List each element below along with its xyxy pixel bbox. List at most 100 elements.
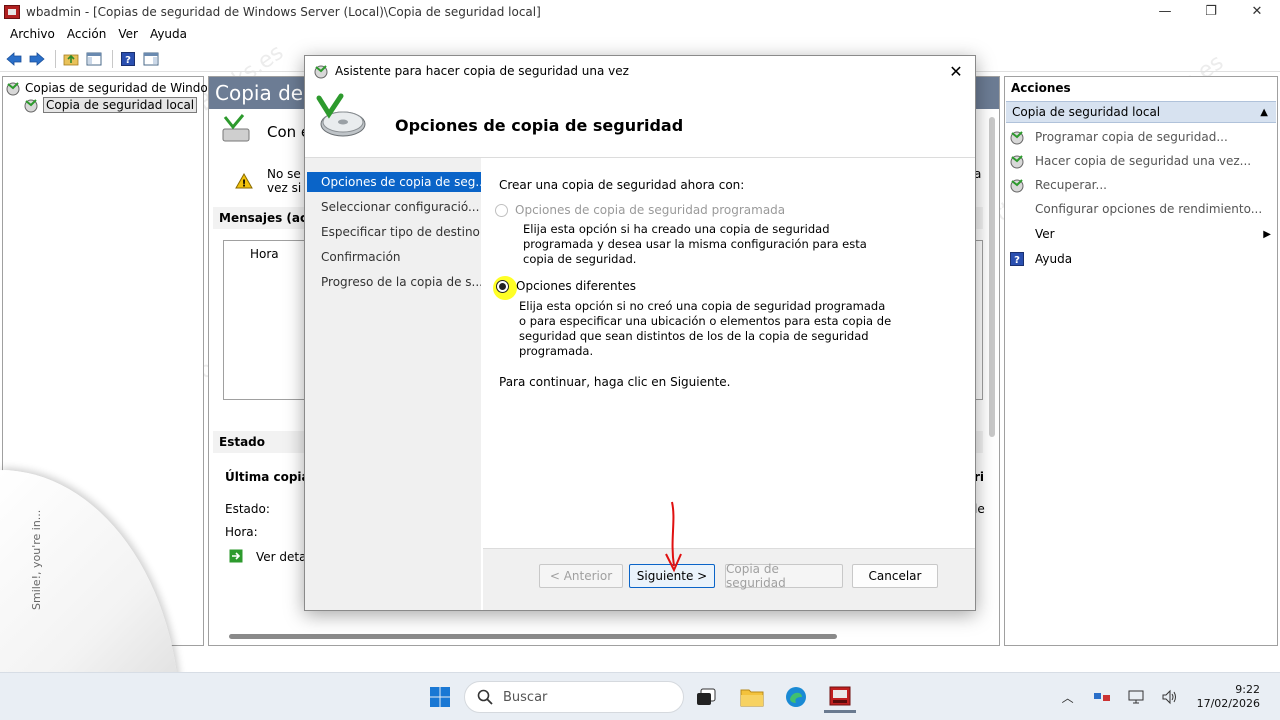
close-window-button[interactable]: ✕ xyxy=(1234,0,1280,23)
desc-line: Elija esta opción si no creó una copia d… xyxy=(519,299,886,313)
dialog-title: Asistente para hacer copia de seguridad … xyxy=(335,64,629,78)
wizard-icon xyxy=(314,65,328,79)
step-especificar-destino[interactable]: Especificar tipo de destino xyxy=(307,222,481,242)
wbadmin-app-icon xyxy=(4,4,20,19)
radio-button[interactable] xyxy=(495,203,508,217)
backup-button[interactable]: Copia de seguridad xyxy=(725,562,843,590)
menu-accion[interactable]: Acción xyxy=(61,27,112,41)
submenu-arrow-icon: ▶ xyxy=(1263,228,1271,240)
folder-icon xyxy=(740,689,764,707)
action-hacer-copia[interactable]: Hacer copia de seguridad una vez... xyxy=(1009,151,1275,171)
column-header-hora[interactable]: Hora xyxy=(250,247,279,261)
dialog-close-button[interactable]: ✕ xyxy=(943,59,969,83)
blank-icon-slot xyxy=(1009,226,1025,242)
backup-once-wizard-dialog: Asistente para hacer copia de seguridad … xyxy=(304,55,976,611)
up-folder-icon[interactable] xyxy=(61,49,81,69)
radio-scheduled-options[interactable]: Opciones de copia de seguridad programad… xyxy=(495,203,785,217)
cancel-button[interactable]: Cancelar xyxy=(852,564,938,588)
action-ver[interactable]: Ver ▶ xyxy=(1009,224,1275,244)
task-view-icon xyxy=(697,688,716,705)
toolbar-separator xyxy=(112,49,113,68)
actions-pane: Acciones Copia de seguridad local ▲ Prog… xyxy=(1004,76,1278,646)
action-ayuda[interactable]: ? Ayuda xyxy=(1009,249,1275,269)
action-configurar[interactable]: Configurar opciones de rendimiento... xyxy=(1009,199,1275,219)
svg-text:!: ! xyxy=(242,179,247,190)
show-action-pane-icon[interactable] xyxy=(141,49,161,69)
forward-arrow-icon[interactable] xyxy=(27,49,47,69)
task-view-button[interactable] xyxy=(690,681,722,713)
continue-text: Para continuar, haga clic en Siguiente. xyxy=(499,375,731,389)
schedule-backup-icon xyxy=(1009,129,1025,145)
help-icon[interactable]: ? xyxy=(118,49,138,69)
show-hidden-icons-chevron-icon[interactable]: ︿ xyxy=(1057,686,1079,708)
menu-archivo[interactable]: Archivo xyxy=(4,27,61,41)
minimize-button[interactable]: — xyxy=(1142,0,1188,23)
windows-logo-icon xyxy=(430,687,450,707)
action-label: Hacer copia de seguridad una vez... xyxy=(1035,154,1252,168)
action-label: Ver xyxy=(1035,227,1055,241)
back-button[interactable]: < Anterior xyxy=(539,564,623,588)
option2-description: Elija esta opción si no creó una copia d… xyxy=(519,299,891,359)
step-progreso[interactable]: Progreso de la copia de s... xyxy=(307,272,481,292)
desc-line: seguridad que sean distintos de los de l… xyxy=(519,329,869,343)
actions-subheader-label: Copia de seguridad local xyxy=(1012,105,1161,119)
action-label: Recuperar... xyxy=(1035,178,1107,192)
radio-button-checked[interactable] xyxy=(496,279,509,293)
hora-label: Hora: xyxy=(225,525,258,539)
file-explorer-button[interactable] xyxy=(736,681,768,713)
menu-bar: Archivo Acción Ver Ayuda xyxy=(0,24,1280,44)
tree-item-local-backup[interactable]: Copia de seguridad local xyxy=(23,96,198,114)
windows-backup-icon xyxy=(6,82,20,96)
window-titlebar: wbadmin - [Copias de seguridad de Window… xyxy=(0,0,1280,23)
restore-button[interactable]: ❐ xyxy=(1188,0,1234,23)
dialog-header-title: Opciones de copia de seguridad xyxy=(395,116,684,135)
prompt-text: Crear una copia de seguridad ahora con: xyxy=(499,178,745,192)
taskbar-clock[interactable]: 9:22 17/02/2026 xyxy=(1197,683,1260,711)
wizard-footer: < Anterior Siguiente > Copia de segurida… xyxy=(483,548,975,610)
collapse-caret-icon[interactable]: ▲ xyxy=(1260,102,1268,123)
search-placeholder: Buscar xyxy=(503,689,548,705)
wizard-steps-nav: Opciones de copia de seg... Seleccionar … xyxy=(305,158,481,610)
svg-text:?: ? xyxy=(1014,255,1020,266)
step-seleccionar-configuracion[interactable]: Seleccionar configuració... xyxy=(307,197,481,217)
actions-subheader[interactable]: Copia de seguridad local ▲ xyxy=(1006,101,1276,123)
step-confirmacion[interactable]: Confirmación xyxy=(307,247,481,267)
volume-icon[interactable] xyxy=(1159,686,1181,708)
taskbar-search[interactable]: Buscar xyxy=(464,681,684,713)
backup-drive-icon xyxy=(222,114,250,142)
wbadmin-icon xyxy=(829,686,851,705)
local-backup-icon xyxy=(24,99,38,113)
back-arrow-icon[interactable] xyxy=(4,49,24,69)
edge-button[interactable] xyxy=(780,681,812,713)
clock-time: 9:22 xyxy=(1235,683,1260,696)
taskbar: Buscar ︿ 9:22 17/02/2026 xyxy=(0,672,1280,720)
network-icon[interactable] xyxy=(1125,686,1147,708)
step-opciones[interactable]: Opciones de copia de seg... xyxy=(307,172,481,192)
actions-title: Acciones xyxy=(1011,81,1071,95)
desc-line: Elija esta opción si ha creado una copia… xyxy=(523,222,830,236)
show-hide-tree-icon[interactable] xyxy=(84,49,104,69)
window-title: wbadmin - [Copias de seguridad de Window… xyxy=(26,4,541,19)
action-recuperar[interactable]: Recuperar... xyxy=(1009,175,1275,195)
annotation-arrow-icon xyxy=(665,501,682,573)
wizard-content: Crear una copia de seguridad ahora con: … xyxy=(483,158,975,548)
blank-icon-slot xyxy=(1009,201,1025,217)
warning-icon: ! xyxy=(235,173,253,189)
desc-line: o para especificar una ubicación o eleme… xyxy=(519,314,892,328)
radio-different-options[interactable]: Opciones diferentes xyxy=(496,279,636,293)
start-button[interactable] xyxy=(424,681,456,713)
action-programar[interactable]: Programar copia de seguridad... xyxy=(1009,127,1275,147)
wbadmin-taskbar-button[interactable] xyxy=(824,681,856,713)
recover-icon xyxy=(1009,177,1025,193)
edge-browser-icon xyxy=(786,687,806,707)
estado-label: Estado: xyxy=(225,502,270,516)
desc-line: programada y desea usar la misma configu… xyxy=(523,237,867,251)
details-arrow-icon[interactable] xyxy=(229,549,243,563)
vertical-scrollbar[interactable] xyxy=(989,117,995,437)
tree-item-root[interactable]: Copias de seguridad de Windows xyxy=(5,79,224,97)
network-sharing-icon[interactable] xyxy=(1091,686,1113,708)
toolbar-separator xyxy=(55,49,56,68)
horizontal-scrollbar[interactable] xyxy=(229,634,837,639)
menu-ayuda[interactable]: Ayuda xyxy=(144,27,193,41)
menu-ver[interactable]: Ver xyxy=(112,27,144,41)
